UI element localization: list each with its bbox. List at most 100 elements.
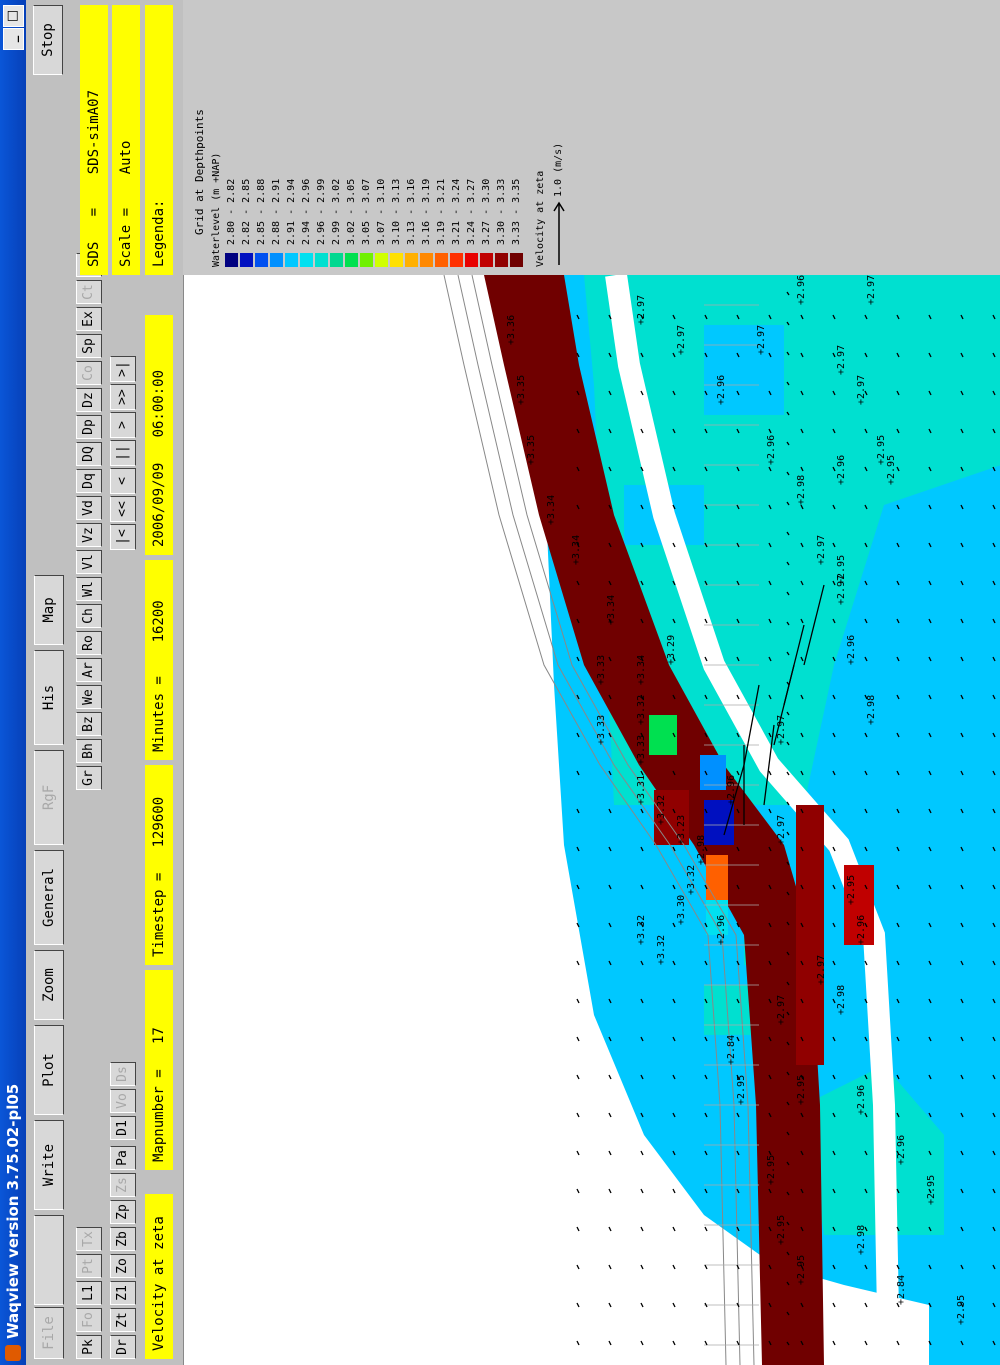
menu-blank (34, 1215, 64, 1305)
map-value-label: +2.97 (776, 715, 787, 745)
velocity-arrow (832, 1340, 836, 1346)
map-value-label: +2.96 (896, 1135, 907, 1165)
map-value-label: +2.95 (736, 1075, 747, 1105)
tool-dq-button[interactable]: DQ (76, 442, 102, 466)
legend-class-label: 3.24 - 3.27 (466, 178, 477, 245)
map-value-label: +2.95 (796, 1255, 807, 1285)
menu-zoom[interactable]: Zoom (34, 950, 64, 1020)
maximize-button[interactable]: □ (3, 5, 24, 27)
tool-zo-button[interactable]: Zo (110, 1254, 136, 1278)
menu-plot[interactable]: Plot (34, 1025, 64, 1115)
velocity-arrow (608, 1150, 612, 1156)
scale-display: Scale = Auto (112, 5, 140, 275)
tool-vd-button[interactable]: Vd (76, 496, 102, 520)
tool-dz-button[interactable]: Dz (76, 388, 102, 412)
tool-zp-button[interactable]: Zp (110, 1200, 136, 1224)
legend-class-label: 3.02 - 3.05 (346, 178, 357, 245)
tool-z1-button[interactable]: Z1 (110, 1281, 136, 1305)
tool-pk-button[interactable]: Pk (76, 1335, 102, 1359)
legend-swatch (405, 253, 418, 267)
velocity-arrow (640, 1340, 644, 1346)
map-value-label: +3.36 (506, 315, 517, 345)
menu-map[interactable]: Map (34, 575, 64, 645)
tool-pa-button[interactable]: Pa (110, 1146, 136, 1170)
tool-we-button[interactable]: We (76, 685, 102, 709)
map-value-label: +2.96 (796, 275, 807, 305)
map-value-label: +2.97 (636, 295, 647, 325)
velocity-arrow (704, 1264, 708, 1270)
legend-class-label: 3.10 - 3.13 (391, 178, 402, 245)
velocity-arrow (640, 1302, 644, 1308)
nav-next-button[interactable]: > (110, 412, 136, 438)
legenda-display: Legenda: (145, 5, 173, 275)
map-value-label: +2.98 (866, 695, 877, 725)
map-value-label: +2.96 (856, 1085, 867, 1115)
legend-swatch (315, 253, 328, 267)
tool-bz-button[interactable]: Bz (76, 712, 102, 736)
tool-ro-button[interactable]: Ro (76, 631, 102, 655)
tool-gr-button[interactable]: Gr (76, 766, 102, 790)
tool-ch-button[interactable]: Ch (76, 604, 102, 628)
tool-vz-button[interactable]: Vz (76, 523, 102, 547)
tool-tx-button: Tx (76, 1227, 102, 1251)
legend-class-label: 3.30 - 3.33 (496, 178, 507, 245)
legend-class-label: 2.94 - 2.96 (301, 178, 312, 245)
legend-class-label: 3.33 - 3.35 (511, 178, 522, 245)
minimize-button[interactable]: _ (3, 28, 24, 50)
low-waterlevel-cell (704, 800, 734, 845)
velocity-arrow (576, 1150, 580, 1156)
menu-write[interactable]: Write (34, 1120, 64, 1210)
menu-his[interactable]: His (34, 650, 64, 745)
velocity-arrow (704, 1340, 708, 1346)
map-value-label: +2.97 (836, 345, 847, 375)
tool-ar-button[interactable]: Ar (76, 658, 102, 682)
tool-bh-button[interactable]: Bh (76, 739, 102, 763)
tool-sp-button[interactable]: Sp (76, 334, 102, 358)
velocity-arrow (640, 1226, 644, 1232)
velocity-arrow (576, 1188, 580, 1194)
velocity-arrow (576, 1340, 580, 1346)
map-value-label: +3.32 (636, 695, 647, 725)
map-value-label: +2.97 (836, 575, 847, 605)
legend-class-label: 2.96 - 2.99 (316, 178, 327, 245)
nav-pause-button[interactable]: || (110, 440, 136, 466)
legend-class-label: 3.13 - 3.16 (406, 178, 417, 245)
menu-file: File (34, 1307, 64, 1359)
legend-class-label: 2.91 - 2.94 (286, 178, 297, 245)
velocity-arrow (704, 1302, 708, 1308)
map-value-label: +3.32 (656, 795, 667, 825)
nav-first-button[interactable]: |< (110, 524, 136, 550)
velocity-arrow (576, 960, 580, 966)
title-bar: Waqview version 3.75.02-pl05 _ □ (0, 0, 26, 1365)
tool-dq-button[interactable]: Dq (76, 469, 102, 493)
map-value-label: +2.95 (776, 1215, 787, 1245)
nav-forward-button[interactable]: >> (110, 384, 136, 410)
map-value-label: +3.35 (526, 435, 537, 465)
velocity-arrow (576, 1302, 580, 1308)
tool-zb-button[interactable]: Zb (110, 1227, 136, 1251)
tool-dp-button[interactable]: Dp (76, 415, 102, 439)
map-value-label: +3.34 (571, 535, 582, 565)
legend-swatch (240, 253, 253, 267)
tool-d1-button[interactable]: D1 (110, 1116, 136, 1140)
nav-rewind-button[interactable]: << (110, 496, 136, 522)
tool-dr-button[interactable]: Dr (110, 1335, 136, 1359)
nav-last-button[interactable]: >| (110, 356, 136, 382)
legend-swatch (375, 253, 388, 267)
tool-zt-button[interactable]: Zt (110, 1308, 136, 1332)
tool-wl-button[interactable]: Wl (76, 577, 102, 601)
nav-prev-button[interactable]: < (110, 468, 136, 494)
legend-class-label: 3.16 - 3.19 (421, 178, 432, 245)
tool-vl-button[interactable]: Vl (76, 550, 102, 574)
menu-general[interactable]: General (34, 850, 64, 945)
legend-class-label: 3.19 - 3.21 (436, 178, 447, 245)
velocity-arrow (608, 1226, 612, 1232)
tool-l1-button[interactable]: L1 (76, 1281, 102, 1305)
map-value-label: +2.97 (776, 995, 787, 1025)
map-value-label: +3.32 (686, 865, 697, 895)
legend-panel: Grid at Depthpoints Waterlevel (m +NAP) … (183, 0, 1000, 275)
stop-button[interactable]: Stop (33, 5, 63, 75)
menu-rgf: RgF (34, 750, 64, 845)
tool-ex-button[interactable]: Ex (76, 307, 102, 331)
map-plot-area[interactable]: +2.95 +2.84 +2.98 +2.95 +2.96 +2.96 +2.98 +2.95… (183, 275, 1000, 1365)
